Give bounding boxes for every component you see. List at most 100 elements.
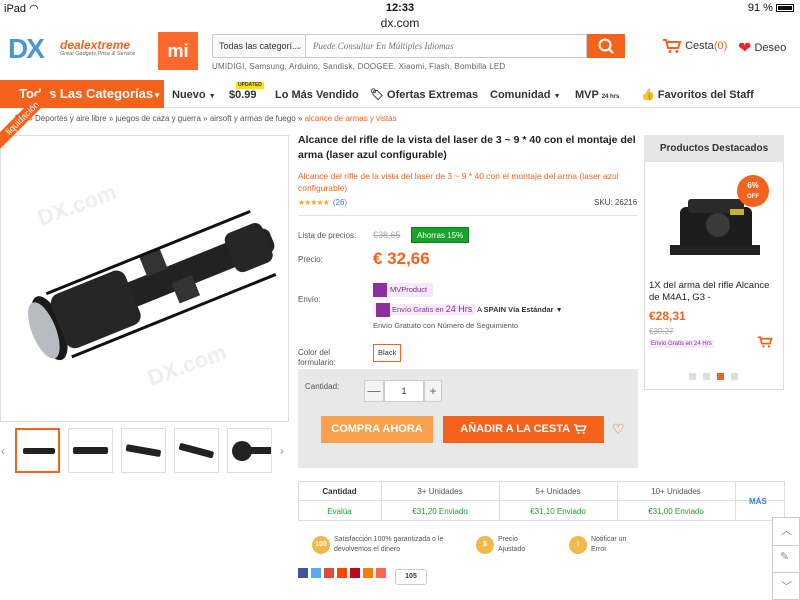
popular-search-tags[interactable]: UMIDIGI, Samsung, Arduino, Sandisk, DOOG…	[212, 62, 505, 71]
nav-item-extreme-deals[interactable]: 🏷 Ofertas Extremas	[370, 80, 478, 108]
old-price: €38,65	[373, 230, 401, 240]
twitter-icon[interactable]	[311, 568, 321, 578]
product-title: Alcance del rifle de la vista del laser …	[298, 134, 636, 161]
carousel-dot-active[interactable]	[717, 373, 724, 380]
quantity-input[interactable]: 1	[384, 380, 424, 402]
breadcrumb-item[interactable]: juegos de caza y guerra	[116, 114, 201, 123]
carousel-dot[interactable]	[689, 373, 696, 380]
facebook-icon[interactable]	[298, 568, 308, 578]
scope-thumb-icon	[125, 444, 161, 457]
mvproduct-badge: MVProduct	[373, 283, 434, 297]
price-adjust-link[interactable]: Precio Ajustado	[498, 535, 544, 555]
cart-icon	[663, 39, 682, 53]
sku: SKU: 26216	[594, 198, 638, 207]
search-button[interactable]	[587, 34, 625, 58]
scope-thumb-icon	[232, 441, 271, 461]
buy-now-button[interactable]: COMPRA AHORA	[321, 416, 433, 443]
breadcrumb-current[interactable]: alcance de armas y vistas	[305, 114, 397, 123]
shipping-method[interactable]: SPAIN Vía Estándar	[484, 305, 554, 314]
odnoklassniki-icon[interactable]	[363, 568, 373, 578]
scroll-up-icon[interactable]: ︿	[781, 522, 792, 538]
thumbnail[interactable]	[227, 428, 272, 473]
product-main-image[interactable]: DX.com DX.com	[0, 135, 289, 422]
more-tiers-link[interactable]: MÁS	[749, 497, 767, 506]
watermark: DX.com	[144, 339, 230, 391]
plane-icon	[376, 303, 390, 318]
current-price: € 32,66	[373, 249, 430, 268]
thumbnail[interactable]	[68, 428, 113, 473]
rating[interactable]: ★★★★★ (26)	[298, 198, 347, 207]
reddit-icon[interactable]	[337, 568, 347, 578]
search-icon	[598, 38, 614, 54]
price-adjust-icon: $	[476, 536, 494, 554]
add-to-cart-icon[interactable]	[757, 335, 773, 352]
search-input[interactable]	[305, 34, 587, 58]
cart-link[interactable]: Cesta(0)	[662, 38, 727, 54]
table-header: Cantidad	[322, 487, 357, 496]
breadcrumb-item[interactable]: Deportes y aire libre	[35, 114, 107, 123]
list-price-label: Lista de precios:	[298, 231, 357, 240]
address-bar[interactable]: dx.com	[0, 16, 800, 30]
table-header: 3+ Unidades	[417, 487, 463, 496]
free-shipping-tag: Envío Gratis en 24 Hrs	[373, 303, 476, 318]
tag-icon: 🏷	[370, 89, 384, 101]
quantity-label: Cantidad:	[305, 382, 340, 391]
feedback-icon[interactable]: ✎	[780, 550, 789, 563]
xiaomi-logo[interactable]: mi	[158, 32, 198, 70]
nav-item-community[interactable]: Comunidad ▼	[490, 80, 561, 108]
battery-icon	[776, 4, 794, 13]
add-to-cart-button[interactable]: AÑADIR A LA CESTA	[443, 416, 604, 443]
table-cell: €31,10 Enviado	[530, 507, 586, 516]
share-more-icon[interactable]	[376, 568, 386, 578]
share-count: 105	[395, 569, 427, 585]
thumbnail[interactable]	[121, 428, 166, 473]
nav-item-staff-picks[interactable]: 👍 Favoritos del Staff	[641, 80, 754, 108]
heart-icon: ❤	[738, 40, 752, 57]
nav-item-099[interactable]: $0.99	[229, 80, 257, 108]
google-plus-icon[interactable]	[324, 568, 334, 578]
table-cell: €31,20 Enviado	[412, 507, 468, 516]
nav-item-mvp[interactable]: MVP 24 hrs	[575, 80, 619, 108]
wishlist-heart-icon[interactable]: ♡	[612, 421, 625, 438]
featured-old-price: €30,27	[649, 327, 674, 336]
scroll-down-icon[interactable]: ﹀	[781, 578, 792, 594]
all-categories-menu[interactable]: Todas Las Categorías▼	[0, 80, 164, 108]
carousel-dot[interactable]	[703, 373, 710, 380]
breadcrumb-item[interactable]: airsoft y armas de fuego	[210, 114, 296, 123]
quantity-decrease-button[interactable]: —	[364, 380, 384, 402]
dx-logo[interactable]: DX dealextreme Great Gadgets,Price & Ser…	[8, 34, 153, 66]
pinterest-icon[interactable]	[350, 568, 360, 578]
side-toolbar: ︿ ✎ ﹀	[772, 517, 800, 600]
clock: 12:33	[385, 2, 415, 14]
shipping-label: Envío:	[298, 295, 321, 304]
wishlist-link[interactable]: ❤ Deseo	[738, 38, 786, 58]
nav-item-new[interactable]: Nuevo ▼	[172, 80, 216, 108]
quantity-increase-button[interactable]: +	[424, 380, 442, 402]
cart-icon	[573, 424, 587, 434]
featured-product-name[interactable]: 1X del arma del rifle Alcance de M4A1, G…	[649, 280, 779, 304]
color-label: Color del formulario:	[298, 348, 336, 367]
table-header: 10+ Unidades	[651, 487, 701, 496]
search-category-select[interactable]: Todas las categorí... ⌄	[212, 34, 306, 58]
nav-item-best-sellers[interactable]: Lo Más Vendido	[275, 80, 359, 108]
featured-price: €28,31	[649, 309, 686, 323]
thumbs-prev-arrow[interactable]: ‹	[1, 444, 5, 458]
thumbnail[interactable]	[174, 428, 219, 473]
caret-down-icon: ▼	[208, 93, 216, 100]
caret-down-icon: ▼	[553, 93, 561, 100]
thumbnail[interactable]	[15, 428, 60, 473]
tracking-note: Envío Gratuito con Número de Seguimiento	[373, 321, 519, 330]
money-back-icon: 100	[312, 536, 330, 554]
color-option-black[interactable]: Black	[373, 344, 402, 362]
chevron-down-icon: ⌄	[295, 41, 303, 51]
table-header: 5+ Unidades	[535, 487, 581, 496]
report-error-link[interactable]: Notificar un Error	[591, 535, 631, 555]
featured-heading: Productos Destacados	[644, 135, 784, 162]
scope-thumb-icon	[178, 443, 214, 459]
review-count[interactable]: (26)	[333, 198, 347, 207]
shipping-option[interactable]: Envío Gratis en 24 Hrs A SPAIN Vía Están…	[373, 302, 563, 318]
table-cell: €31,00 Enviado	[648, 507, 704, 516]
breadcrumb: DX » Deportes y aire libre » juegos de c…	[15, 114, 397, 123]
carousel-dot[interactable]	[731, 373, 738, 380]
thumbs-next-arrow[interactable]: ›	[280, 444, 284, 458]
